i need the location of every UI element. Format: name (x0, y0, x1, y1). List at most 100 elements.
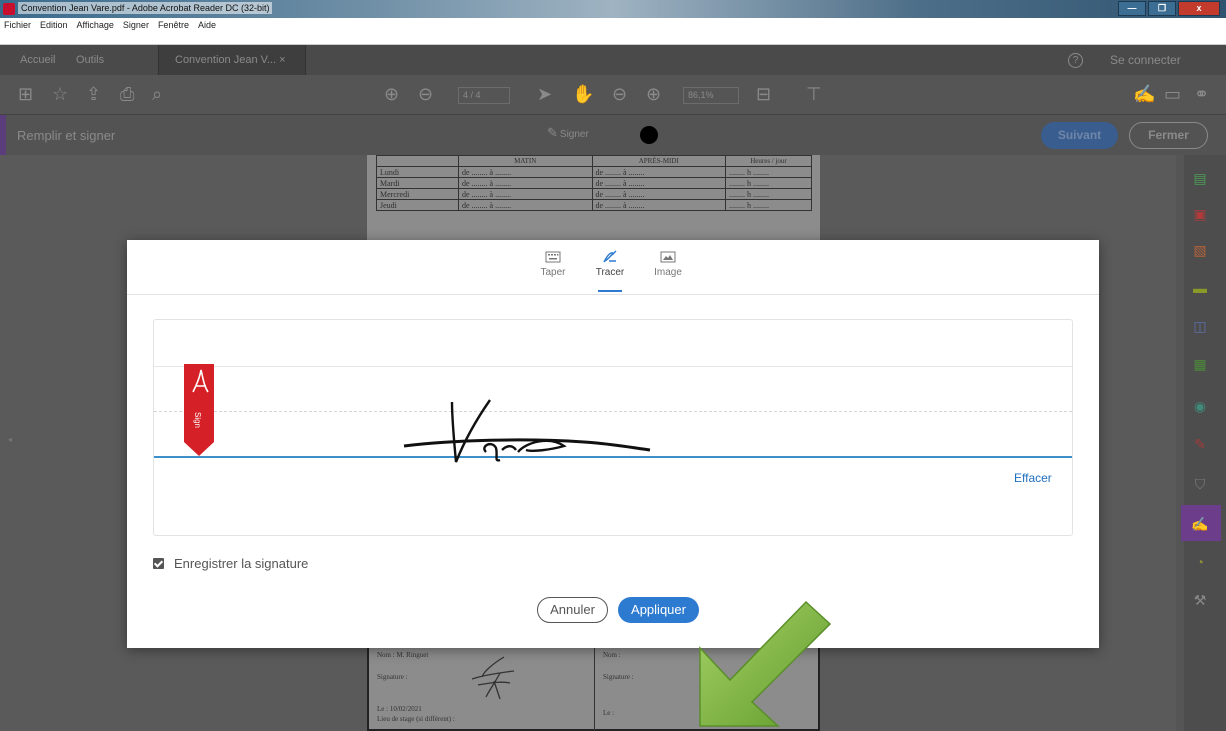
table-cell: de ........ à ........ (458, 188, 593, 200)
new-doc-icon[interactable]: ⊞ (18, 84, 33, 104)
annotation-arrow-icon (699, 600, 832, 727)
fill-sign-icon[interactable]: ✎ (1191, 435, 1209, 453)
stamp-icon[interactable]: ◔ (1191, 553, 1209, 571)
menu-sign[interactable]: Signer (123, 20, 149, 30)
zoom-field[interactable]: 86,1% (683, 87, 739, 104)
ink-color-picker[interactable] (640, 126, 658, 144)
left-place: Lieu de stage (si différent) : (377, 715, 455, 723)
draw-signature-icon (603, 250, 617, 263)
tools-panel-scrollbar[interactable] (1176, 155, 1184, 731)
sign-pen-icon: ✎ (547, 125, 558, 140)
menu-window[interactable]: Fenêtre (158, 20, 189, 30)
more-tools-icon[interactable]: ⚒ (1191, 591, 1209, 609)
minimize-button[interactable]: — (1118, 1, 1146, 16)
select-icon[interactable]: ➤ (537, 84, 552, 104)
send-icon[interactable]: ◉ (1191, 397, 1209, 415)
table-header-row: MATIN APRÈS-MIDI Heures / jour (376, 155, 812, 167)
organize-icon[interactable]: ▦ (1191, 355, 1209, 373)
next-button[interactable]: Suivant (1041, 122, 1118, 149)
acrobat-app-icon (3, 3, 15, 15)
right-signature-label: Signature : (603, 673, 634, 681)
signature-canvas[interactable]: Sign Effacer (153, 319, 1073, 536)
tools-panel: ▤ ▣ ▧ ▬ ◫ ▦ ◉ ✎ ⛉ ✍ ◔ ⚒ (1176, 155, 1226, 731)
maximize-button[interactable]: ❐ (1148, 1, 1176, 16)
table-header-cell (376, 155, 459, 167)
form-icon[interactable]: ⊤ (806, 84, 822, 104)
search-icon[interactable]: ⌕ (152, 84, 162, 104)
help-icon[interactable]: ? (1068, 53, 1083, 68)
protect-icon[interactable]: ⛉ (1191, 475, 1209, 493)
save-signature-checkbox[interactable] (153, 558, 164, 569)
table-cell: de ........ à ........ (458, 199, 593, 211)
page-number-field[interactable]: 4 / 4 (458, 87, 510, 104)
close-window-button[interactable]: x (1178, 1, 1220, 16)
table-row: Mardi de ........ à ........ de ........… (376, 177, 812, 189)
menu-view[interactable]: Affichage (77, 20, 114, 30)
table-row: Mercredi de ........ à ........ de .....… (376, 188, 812, 200)
save-signature-label: Enregistrer la signature (174, 556, 309, 571)
right-date: Le : (603, 709, 615, 717)
sign-icon[interactable]: ✍ (1133, 84, 1155, 104)
table-header-cell: APRÈS-MIDI (591, 155, 726, 167)
signature-mode-tabs: Taper Tracer Image (127, 240, 1099, 295)
page-down-icon[interactable]: ⊖ (418, 84, 433, 104)
table-cell: Mercredi (376, 188, 459, 200)
star-icon[interactable]: ☆ (52, 84, 68, 104)
save-signature-row[interactable]: Enregistrer la signature (153, 556, 308, 571)
menu-edit[interactable]: Edition (40, 20, 68, 30)
main-toolbar: ⊞ ☆ ⇪ ⎙ ⌕ ⊕ ⊖ 4 / 4 ➤ ✋ ⊖ ⊕ 86,1% ⊟ ⊤ ✍ … (0, 75, 1226, 115)
tab-image[interactable]: Image (648, 250, 688, 278)
combine-icon[interactable]: ◫ (1191, 317, 1209, 335)
table-cell: ........ h ........ (725, 177, 812, 189)
guide-line (154, 366, 1072, 367)
tab-image-label: Image (654, 267, 682, 278)
table-cell: ........ h ........ (725, 188, 812, 200)
table-cell: de ........ à ........ (591, 199, 726, 211)
tab-home[interactable]: Accueil (20, 54, 55, 66)
comment-icon[interactable]: ▭ (1164, 84, 1181, 104)
left-date: Le : 10/02/2021 (377, 705, 422, 713)
tab-draw[interactable]: Tracer (590, 250, 630, 292)
table-row: Lundi de ........ à ........ de ........… (376, 166, 812, 178)
table-cell: de ........ à ........ (591, 166, 726, 178)
bookmark-label: Sign (193, 412, 202, 428)
menu-file[interactable]: Fichier (4, 20, 31, 30)
hand-icon[interactable]: ✋ (572, 84, 594, 104)
table-header-cell: MATIN (458, 155, 593, 167)
sign-active-icon[interactable]: ✍ (1191, 515, 1209, 533)
table-row: Jeudi de ........ à ........ de ........… (376, 199, 812, 211)
sign-tool-button[interactable]: ✎ Signer (547, 125, 589, 141)
contact-icon[interactable]: ⚭ (1194, 84, 1209, 104)
export-pdf-icon[interactable]: ▤ (1191, 169, 1209, 187)
erase-link[interactable]: Effacer (1014, 471, 1052, 485)
login-link[interactable]: Se connecter (1110, 53, 1181, 67)
window-controls: — ❐ x (1118, 1, 1220, 16)
close-tool-button[interactable]: Fermer (1129, 122, 1208, 149)
handwritten-signature-drawing (471, 656, 515, 700)
apply-button[interactable]: Appliquer (618, 597, 699, 623)
scroll-left-arrow[interactable]: ◂ (8, 435, 12, 444)
image-icon (660, 251, 676, 263)
table-cell: Mardi (376, 177, 459, 189)
zoom-in-icon[interactable]: ⊕ (646, 84, 661, 104)
print-icon[interactable]: ⎙ (120, 84, 134, 104)
sign-tool-label: Signer (559, 129, 589, 140)
create-pdf-icon[interactable]: ▣ (1191, 205, 1209, 223)
share-icon[interactable]: ⇪ (86, 84, 101, 104)
table-cell: ........ h ........ (725, 166, 812, 178)
table-cell: de ........ à ........ (591, 188, 726, 200)
comment-icon[interactable]: ▬ (1191, 279, 1209, 297)
tabs-bar: Accueil Outils Convention Jean V... × ? … (0, 45, 1226, 75)
edit-pdf-icon[interactable]: ▧ (1191, 241, 1209, 259)
active-tab-underline (598, 290, 622, 292)
zoom-out-icon[interactable]: ⊖ (612, 84, 627, 104)
page-up-icon[interactable]: ⊕ (384, 84, 399, 104)
fit-page-icon[interactable]: ⊟ (756, 84, 771, 104)
cancel-button[interactable]: Annuler (537, 597, 608, 623)
tab-tools[interactable]: Outils (76, 54, 104, 66)
tab-document[interactable]: Convention Jean V... × (158, 45, 306, 75)
signature-dialog: Taper Tracer Image Sign Effacer Enregist… (127, 240, 1099, 648)
tab-type[interactable]: Taper (533, 250, 573, 278)
fill-sign-toolbar: Remplir et signer ✎ Signer Suivant Fermer (0, 115, 1226, 155)
menu-help[interactable]: Aide (198, 20, 216, 30)
